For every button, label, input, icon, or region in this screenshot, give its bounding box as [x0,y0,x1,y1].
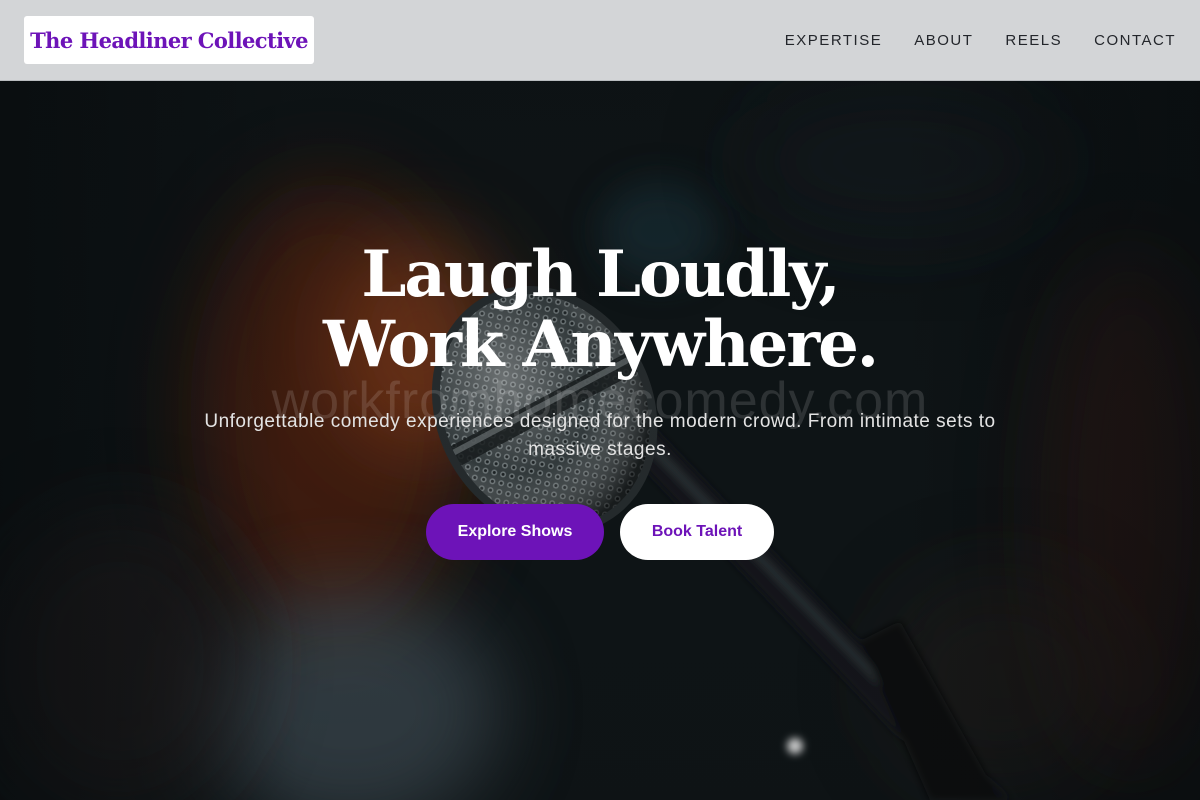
main-nav: EXPERTISE ABOUT REELS CONTACT [785,0,1176,80]
nav-link-contact[interactable]: CONTACT [1094,32,1176,49]
logo[interactable]: The Headliner Collective [24,16,314,64]
book-talent-button[interactable]: Book Talent [620,504,774,560]
hero-title-line-1: Laugh Loudly, [361,237,840,312]
logo-text: The Headliner Collective [30,27,308,53]
nav-link-reels[interactable]: REELS [1005,32,1062,49]
nav-link-about[interactable]: ABOUT [914,32,973,49]
hero-subtitle: Unforgettable comedy experiences designe… [204,411,996,460]
nav-link-expertise[interactable]: EXPERTISE [785,32,882,49]
explore-shows-button[interactable]: Explore Shows [426,504,604,560]
hero-title-line-2: Work Anywhere. [322,307,879,382]
page: The Headliner Collective EXPERTISE ABOUT… [0,0,1200,800]
hero-title: Laugh Loudly, Work Anywhere. [0,240,1200,380]
site-header: The Headliner Collective EXPERTISE ABOUT… [0,0,1200,81]
